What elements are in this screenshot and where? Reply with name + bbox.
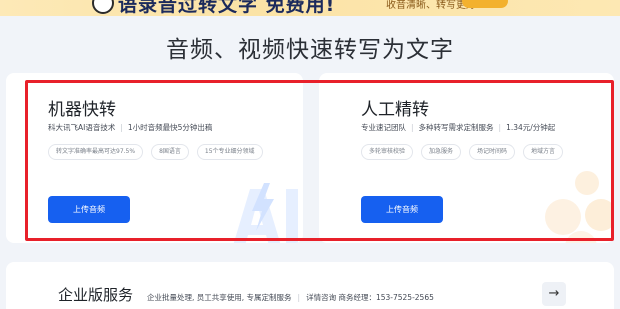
card-desc-part: 专业速记团队 xyxy=(361,123,406,132)
card-description: 科大讯飞AI语音技术 | 1小时音频最快5分钟出稿 xyxy=(48,122,212,133)
service-cards: 机器快转 科大讯飞AI语音技术 | 1小时音频最快5分钟出稿 转文字准确率最高可达9… xyxy=(6,73,614,243)
card-desc-part: 科大讯飞AI语音技术 xyxy=(48,123,116,132)
arrow-right-icon[interactable]: → xyxy=(542,282,566,306)
feature-tags: 转文字准确率最高可达97.5% 8国语言 15个专业细分领域 xyxy=(48,144,263,160)
card-description: 专业速记团队 | 多种转写需求定制服务 | 1.34元/分钟起 xyxy=(361,122,555,133)
feature-tag: 15个专业细分领域 xyxy=(196,144,263,160)
machine-transcription-card[interactable]: 机器快转 科大讯飞AI语音技术 | 1小时音频最快5分钟出稿 转文字准确率最高可达9… xyxy=(6,73,303,243)
upload-audio-button[interactable]: 上传音频 xyxy=(48,196,130,223)
feature-tag: 多轮审核校验 xyxy=(361,144,414,160)
promo-banner[interactable]: 语录音过转文字 免费用! 收音清晰、转写更好 xyxy=(0,0,620,16)
card-title: 机器快转 xyxy=(48,100,116,120)
separator: | xyxy=(120,123,123,132)
decorative-dots-icon xyxy=(545,171,614,243)
ai-logo-icon xyxy=(233,183,298,243)
card-desc-part: 1小时音频最快5分钟出稿 xyxy=(127,123,213,132)
enterprise-service-card[interactable]: 企业版服务 企业批量处理, 员工共享使用, 专属定制服务 | 详情咨询 商务经理：1… xyxy=(6,262,614,309)
separator: | xyxy=(411,123,414,132)
feature-tag: 地域方言 xyxy=(523,144,564,160)
enterprise-desc-part: 详情咨询 商务经理：153-7525-2565 xyxy=(306,293,434,302)
banner-title: 语录音过转文字 免费用! xyxy=(118,0,336,16)
banner-button[interactable] xyxy=(462,0,508,8)
separator: | xyxy=(498,123,502,132)
feature-tag: 转文字准确率最高可达97.5% xyxy=(48,144,144,160)
card-desc-part: 多种转写需求定制服务 xyxy=(418,123,494,132)
separator: | xyxy=(297,293,301,302)
mascot-icon xyxy=(92,0,114,14)
feature-tag: 场记时间码 xyxy=(469,144,516,160)
page-title: 音频、视频快速转写为文字 xyxy=(166,37,454,63)
feature-tag: 加急服务 xyxy=(421,144,462,160)
upload-audio-button[interactable]: 上传音频 xyxy=(361,196,443,223)
enterprise-description: 企业批量处理, 员工共享使用, 专属定制服务 | 详情咨询 商务经理：153-752… xyxy=(147,292,434,303)
card-title: 人工精转 xyxy=(361,100,429,120)
enterprise-desc-part: 企业批量处理, 员工共享使用, 专属定制服务 xyxy=(147,293,292,302)
feature-tag: 8国语言 xyxy=(151,144,189,160)
card-desc-part: 1.34元/分钟起 xyxy=(506,123,556,132)
enterprise-title: 企业版服务 xyxy=(58,286,134,304)
human-transcription-card[interactable]: 人工精转 专业速记团队 | 多种转写需求定制服务 | 1.34元/分钟起 多轮审核校验 … xyxy=(319,73,614,243)
feature-tags: 多轮审核校验 加急服务 场记时间码 地域方言 xyxy=(361,144,564,160)
